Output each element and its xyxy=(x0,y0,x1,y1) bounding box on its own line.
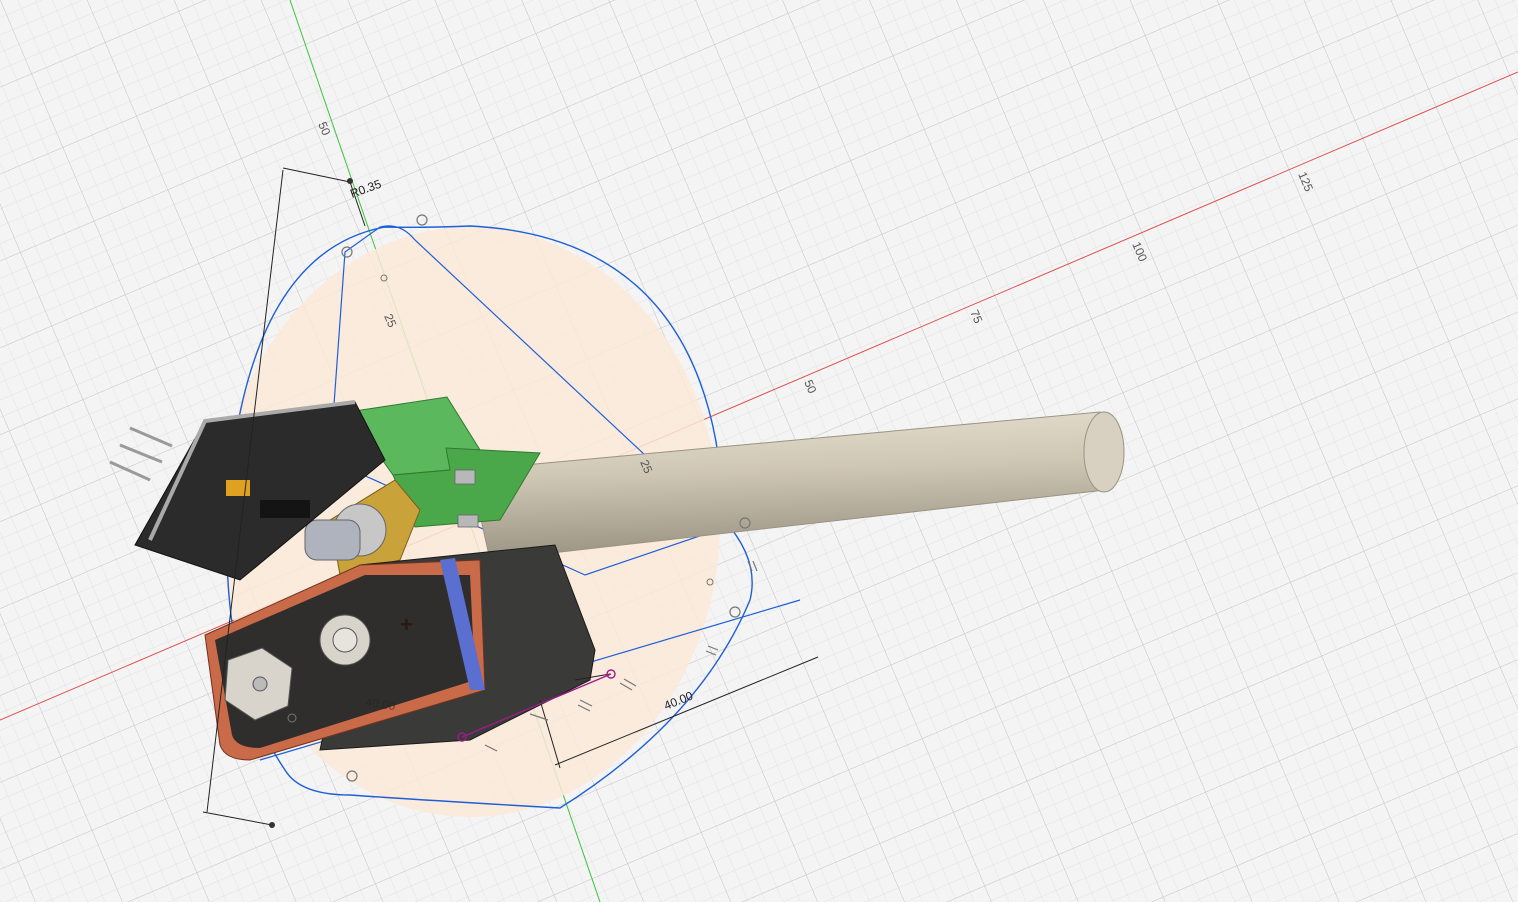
cad-viewport[interactable]: + 25 50 75 100 125 25 50 R0.35 40.00 40. xyxy=(0,0,1518,902)
dimension-endpoint-top[interactable] xyxy=(347,178,353,184)
battery-terminal-round xyxy=(319,614,371,666)
battery-plus-sign: + xyxy=(400,612,413,637)
design-canvas[interactable]: + 25 50 75 100 125 25 50 R0.35 40.00 40. xyxy=(0,0,1518,902)
dimension-endpoint-bottom[interactable] xyxy=(269,822,275,828)
